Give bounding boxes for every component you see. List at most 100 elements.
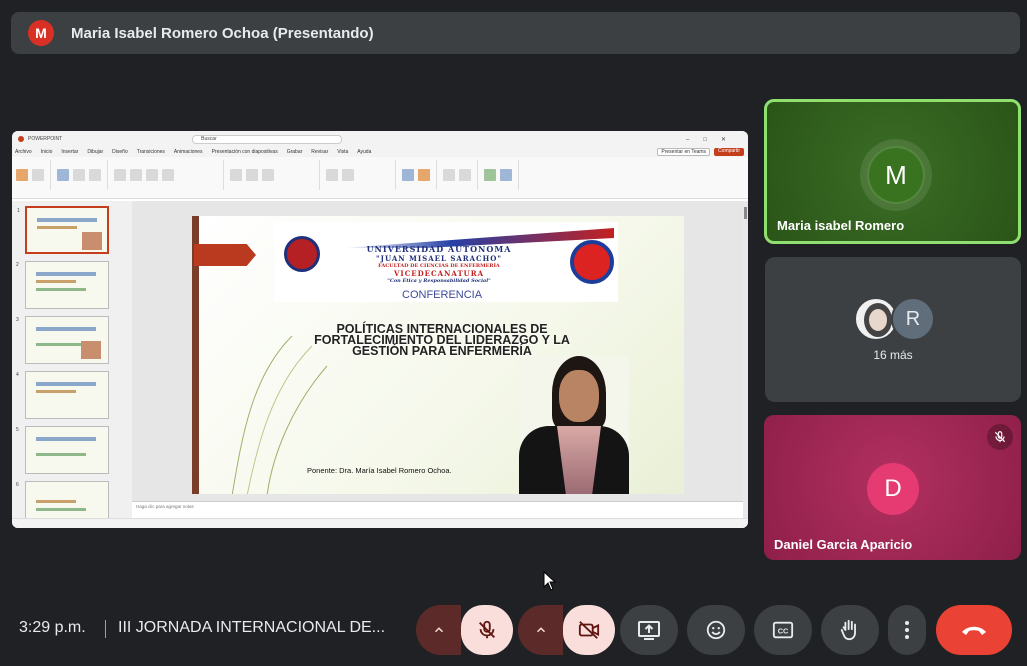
participant-tile-others[interactable]: R 16 más — [765, 257, 1021, 402]
arrange-icon[interactable] — [342, 169, 354, 181]
menu-item[interactable]: Insertar — [61, 149, 78, 155]
phone-hangup-icon — [962, 626, 986, 635]
menu-item[interactable]: Revisar — [311, 149, 328, 155]
motto: "Con Ética y Responsabilidad Social" — [387, 278, 491, 284]
slide-thumbnail[interactable]: 3 — [16, 316, 109, 364]
presenter-bar: M Maria Isabel Romero Ochoa (Presentando… — [11, 12, 1020, 54]
emoji-icon — [706, 620, 726, 640]
camera-toggle-button[interactable] — [563, 605, 615, 655]
ppt-status-bar — [12, 518, 748, 528]
mic-control — [416, 605, 513, 655]
italic-icon[interactable] — [146, 169, 158, 181]
font-color-icon[interactable] — [162, 169, 174, 181]
ppt-search[interactable]: Buscar — [192, 134, 343, 144]
bullets-icon[interactable] — [230, 169, 242, 181]
chevron-up-icon — [536, 627, 545, 633]
slide-thumbnail[interactable]: 1 — [17, 206, 109, 254]
university-name-line2: "JUAN MISAEL SARACHO" — [376, 254, 502, 263]
participant-avatar: D — [867, 463, 919, 515]
editor-scrollbar[interactable] — [743, 201, 748, 518]
meeting-title[interactable]: III JORNADA INTERNACIONAL DE... — [118, 619, 385, 637]
more-participants-label: 16 más — [873, 348, 913, 362]
emoji-reactions-button[interactable] — [687, 605, 745, 655]
ppt-ribbon — [12, 157, 748, 199]
participant-tile-daniel[interactable]: D Daniel Garcia Aparicio — [764, 415, 1021, 560]
present-screen-icon — [638, 621, 660, 640]
mic-muted-icon — [987, 424, 1013, 450]
slide-thumbnail[interactable]: 5 — [16, 426, 109, 474]
participant-name: Maria isabel Romero — [777, 218, 905, 233]
slide-thumbnails: 1 2 3 4 5 6 — [12, 201, 132, 528]
menu-item[interactable]: Presentación con diapositivas — [212, 149, 278, 155]
numbering-icon[interactable] — [246, 169, 258, 181]
menu-item[interactable]: Dibujar — [87, 149, 103, 155]
find-icon[interactable] — [443, 169, 455, 181]
slide-thumbnail[interactable]: 4 — [16, 371, 109, 419]
bold-icon[interactable] — [130, 169, 142, 181]
university-seal-icon — [284, 236, 320, 272]
menu-item[interactable]: Animaciones — [174, 149, 203, 155]
shared-screen: POWERPOINT Buscar –□✕ Archivo Inicio Ins… — [12, 131, 748, 528]
mic-toggle-button[interactable] — [461, 605, 513, 655]
paste-icon[interactable] — [16, 169, 28, 181]
align-icon[interactable] — [262, 169, 274, 181]
present-in-teams-button[interactable]: Presentar en Teams — [657, 148, 711, 156]
menu-item[interactable]: Grabar — [287, 149, 303, 155]
menu-item[interactable]: Transiciones — [137, 149, 165, 155]
svg-text:CC: CC — [778, 627, 789, 636]
camera-off-icon — [578, 621, 600, 639]
layout-icon[interactable] — [73, 169, 85, 181]
powerpoint-icon — [18, 136, 24, 142]
raise-hand-icon — [840, 619, 856, 641]
participant-name: Daniel Garcia Aparicio — [774, 537, 913, 552]
camera-control — [518, 605, 615, 655]
menu-item[interactable]: Inicio — [41, 149, 53, 155]
raise-hand-button[interactable] — [821, 605, 879, 655]
share-button[interactable]: Compartir — [714, 148, 744, 156]
mic-options-button[interactable] — [416, 605, 461, 655]
shapes-icon[interactable] — [326, 169, 338, 181]
window-controls[interactable]: –□✕ — [686, 136, 740, 143]
notes-pane[interactable]: Haga clic para agregar notas — [132, 501, 743, 510]
cut-icon[interactable] — [32, 169, 44, 181]
replace-icon[interactable] — [459, 169, 471, 181]
participant-avatar: M — [867, 146, 925, 204]
speaker-photo — [519, 356, 629, 494]
mouse-cursor-icon — [543, 571, 557, 591]
speaker-caption: Ponente: Dra. María Isabel Romero Ochoa. — [307, 466, 452, 475]
menu-item[interactable]: Vista — [337, 149, 348, 155]
ppt-menu-bar: Archivo Inicio Insertar Dibujar Diseño T… — [12, 147, 748, 157]
captions-button[interactable]: CC — [754, 605, 812, 655]
new-slide-icon[interactable] — [57, 169, 69, 181]
mic-off-icon — [479, 620, 495, 639]
shape-fill-icon[interactable] — [418, 169, 430, 181]
designer-icon[interactable] — [500, 169, 512, 181]
office-name: VICEDECANATURA — [393, 269, 485, 278]
slide-arrow-shape — [194, 244, 256, 266]
reset-icon[interactable] — [89, 169, 101, 181]
more-vert-icon — [905, 621, 909, 639]
ppt-title-bar: POWERPOINT Buscar –□✕ — [12, 131, 748, 147]
slide-title: POLÍTICAS INTERNACIONALES DE FORTALECIMI… — [314, 322, 570, 358]
camera-options-button[interactable] — [518, 605, 563, 655]
menu-item[interactable]: Archivo — [15, 149, 32, 155]
menu-item[interactable]: Diseño — [112, 149, 128, 155]
font-icon[interactable] — [114, 169, 126, 181]
more-options-button[interactable] — [888, 605, 926, 655]
menu-item[interactable]: Ayuda — [357, 149, 371, 155]
present-screen-button[interactable] — [620, 605, 678, 655]
quick-styles-icon[interactable] — [402, 169, 414, 181]
end-call-button[interactable] — [936, 605, 1012, 655]
participant-avatar: R — [891, 297, 935, 341]
current-slide: UNIVERSIDAD AUTÓNOMA "JUAN MISAEL SARACH… — [192, 216, 684, 494]
event-label: CONFERENCIA — [402, 289, 483, 301]
slide-thumbnail[interactable]: 2 — [16, 261, 109, 309]
divider — [105, 620, 106, 638]
clock: 3:29 p.m. — [19, 619, 86, 636]
captions-icon: CC — [772, 621, 794, 639]
participant-tile-speaker[interactable]: M Maria isabel Romero — [764, 99, 1021, 244]
presenter-avatar: M — [28, 20, 54, 46]
dictate-icon[interactable] — [484, 169, 496, 181]
window-title: POWERPOINT — [28, 136, 63, 142]
university-name-line1: UNIVERSIDAD AUTÓNOMA — [366, 244, 512, 254]
